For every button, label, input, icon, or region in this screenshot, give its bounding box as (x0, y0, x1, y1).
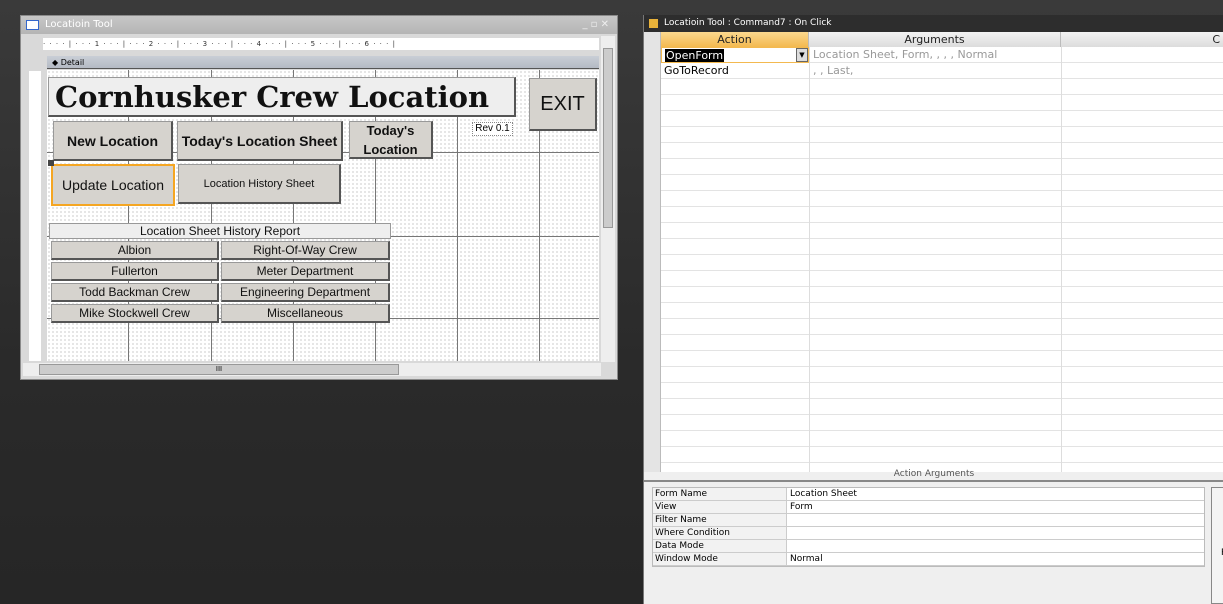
argument-row-where-condition[interactable]: Where Condition (653, 527, 1204, 540)
action-arguments-table: Form Name Location Sheet View Form Filter … (652, 487, 1205, 567)
arguments-cell: , , Last, (810, 63, 1060, 79)
macro-builder-window: Locatioin Tool : Command7 : On Click Act… (643, 15, 1223, 604)
action-cell[interactable]: OpenForm ▼ (661, 47, 809, 63)
report-button-miscellaneous[interactable]: Miscellaneous (221, 304, 390, 323)
row-selectors[interactable] (644, 32, 661, 472)
report-button-albion[interactable]: Albion (51, 241, 219, 260)
form-design-window: Locatioin Tool _ ▫ ✕ · · · · | · · · 1 ·… (20, 15, 618, 380)
report-button-engineering-department[interactable]: Engineering Department (221, 283, 390, 302)
update-location-button[interactable]: Update Location (51, 164, 175, 206)
help-text: C (1212, 538, 1223, 548)
action-value: OpenForm (665, 49, 725, 62)
form-icon (26, 20, 39, 30)
report-button-fullerton[interactable]: Fullerton (51, 262, 219, 281)
selection-handle[interactable] (48, 160, 54, 166)
argument-row-filter-name[interactable]: Filter Name (653, 514, 1204, 527)
report-label[interactable]: Location Sheet History Report (49, 223, 391, 239)
title-label[interactable]: Cornhusker Crew Location (48, 77, 516, 117)
argument-row-data-mode[interactable]: Data Mode (653, 540, 1204, 553)
title-bar: Locatioin Tool : Command7 : On Click (644, 15, 1223, 32)
window-controls[interactable]: _ ▫ ✕ (582, 16, 609, 34)
detail-section-bar[interactable]: ◆ Detail (47, 56, 599, 69)
title-bar: Locatioin Tool _ ▫ ✕ (21, 16, 617, 34)
report-button-mike-stockwell-crew[interactable]: Mike Stockwell Crew (51, 304, 219, 323)
macro-grid[interactable]: OpenForm ▼ Location Sheet, Form, , , , N… (661, 47, 1223, 472)
todays-location-sheet-button[interactable]: Today's Location Sheet (177, 121, 343, 161)
exit-button[interactable]: EXIT (529, 78, 597, 131)
macro-icon (649, 19, 658, 28)
argument-row-view[interactable]: View Form (653, 501, 1204, 514)
argument-row-window-mode[interactable]: Window Mode Normal (653, 553, 1204, 566)
help-panel: C Pr (1211, 487, 1223, 604)
vertical-ruler (29, 71, 41, 361)
location-history-sheet-button[interactable]: Location History Sheet (178, 164, 341, 204)
horizontal-scrollbar[interactable]: III (23, 363, 601, 376)
dropdown-arrow-icon[interactable]: ▼ (796, 48, 808, 62)
report-button-todd-backman-crew[interactable]: Todd Backman Crew (51, 283, 219, 302)
column-header-arguments[interactable]: Arguments (809, 32, 1061, 47)
column-header-comment[interactable]: C (1061, 32, 1223, 47)
column-header-action[interactable]: Action (661, 32, 809, 47)
arguments-cell: Location Sheet, Form, , , , Normal (810, 47, 1060, 63)
section-label: Detail (60, 58, 85, 67)
report-button-meter-department[interactable]: Meter Department (221, 262, 390, 281)
report-button-right-of-way-crew[interactable]: Right-Of-Way Crew (221, 241, 390, 260)
new-location-button[interactable]: New Location (53, 121, 173, 161)
vertical-scrollbar[interactable] (601, 36, 615, 362)
action-cell[interactable]: GoToRecord (661, 63, 809, 79)
scroll-thumb[interactable]: III (39, 364, 399, 375)
horizontal-ruler: · · · · | · · · 1 · · · | · · · 2 · · · … (43, 38, 599, 50)
todays-location-button[interactable]: Today's Location (349, 121, 433, 159)
help-text: Pr (1212, 548, 1223, 558)
window-title: Locatioin Tool (45, 19, 113, 30)
action-arguments-label: Action Arguments (644, 469, 1223, 482)
rev-label[interactable]: Rev 0.1 (472, 122, 513, 136)
argument-row-form-name[interactable]: Form Name Location Sheet (653, 488, 1204, 501)
window-title: Locatioin Tool : Command7 : On Click (664, 18, 832, 28)
